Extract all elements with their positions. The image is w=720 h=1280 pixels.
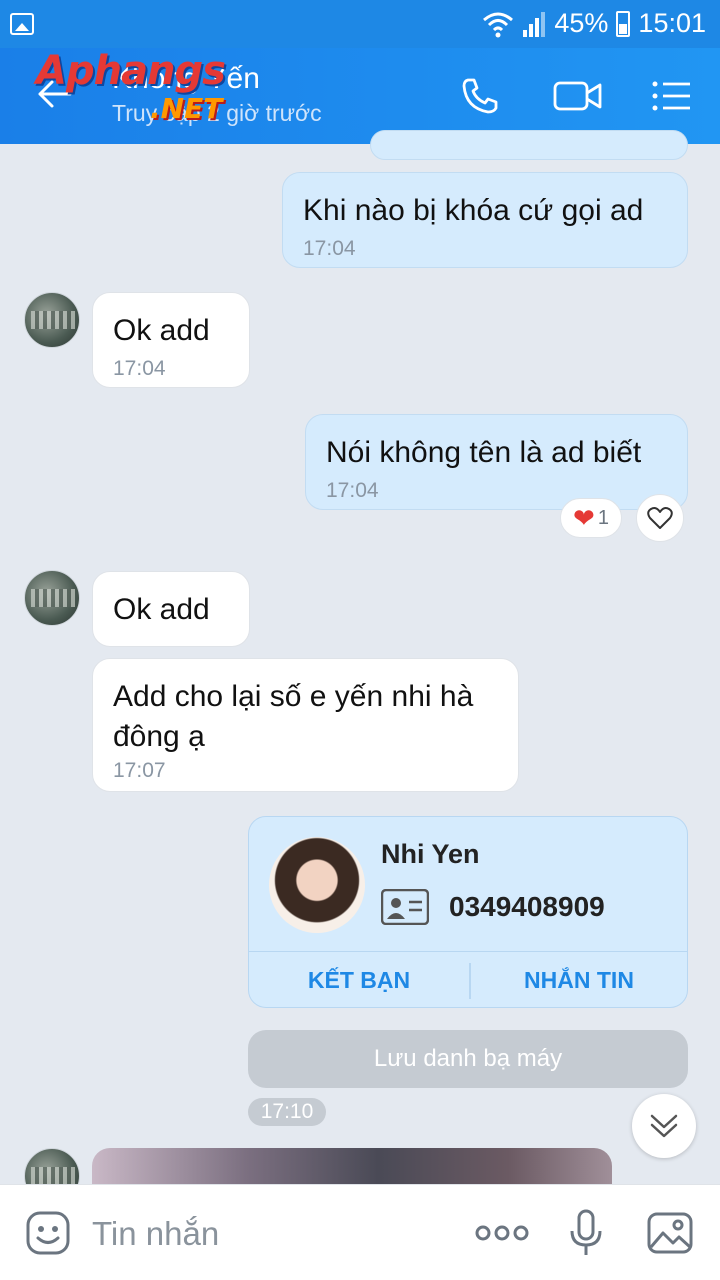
reaction-summary[interactable]: ❤ 1 [560,498,622,538]
sender-avatar[interactable] [24,292,80,348]
status-bar: 45% 15:01 [0,0,720,48]
message-bubble-incoming[interactable]: Add cho lại số e yến nhi hà đông ạ 17:07 [92,658,519,792]
save-contact-button[interactable]: Lưu danh bạ máy [248,1030,688,1088]
battery-icon [616,10,631,37]
clock: 15:01 [638,8,706,38]
phone-icon[interactable] [458,74,502,118]
message-text: Ok add [113,593,210,626]
sender-avatar[interactable] [24,570,80,626]
message-bubble-partial [370,130,688,160]
message-text-line-2: đông ạ [113,720,205,753]
message-input[interactable]: Tin nhắn [92,1215,219,1253]
message-time: 17:04 [113,357,166,380]
signal-icon [523,11,546,37]
message-time: 17:07 [113,759,166,782]
message-bubble-outgoing[interactable]: Nói không tên là ad biết 17:04 [305,414,688,510]
contact-card[interactable]: Nhi Yen 0349408909 KẾT BẠN NHẮN TIN [248,816,688,1008]
contact-photo [269,837,365,933]
battery-percent: 45% [554,8,609,38]
message-text-line-1: Add cho lại số e yến nhi hà [113,680,474,713]
image-message-preview[interactable] [92,1148,612,1188]
microphone-icon[interactable] [562,1209,610,1257]
id-card-icon [381,889,429,925]
message-composer: Tin nhắn [0,1184,720,1280]
timestamp-badge: 17:10 [248,1098,326,1126]
contact-phone: 0349408909 [449,891,605,922]
menu-list-icon[interactable] [650,74,694,118]
heart-outline-icon [647,507,673,529]
message-bubble-incoming[interactable]: Ok add [92,571,250,647]
message-bubble-incoming[interactable]: Ok add 17:04 [92,292,250,388]
send-message-button[interactable]: NHẮN TIN [469,951,687,1007]
heart-reaction-icon: ❤ [573,503,595,533]
react-button[interactable] [636,494,684,542]
add-friend-button[interactable]: KẾT BẠN [249,951,469,1007]
message-text: Ok add [113,314,210,347]
image-notification-icon [10,13,34,35]
message-time: 17:04 [326,479,379,502]
emoji-sticker-icon[interactable] [24,1209,72,1257]
contact-card-name: Nhi Yen [381,839,480,869]
message-text: Khi nào bị khóa cứ gọi ad [303,194,644,227]
video-call-icon[interactable] [552,74,604,118]
wifi-icon [483,12,514,37]
more-options-icon[interactable] [474,1209,530,1257]
double-chevron-down-icon [650,1114,678,1138]
message-text: Nói không tên là ad biết [326,436,642,469]
reaction-count: 1 [597,506,609,529]
message-bubble-outgoing[interactable]: Khi nào bị khóa cứ gọi ad 17:04 [282,172,688,268]
scroll-to-bottom-button[interactable] [632,1094,696,1158]
watermark-logo: Aphangs [36,48,226,94]
watermark-logo-sub: .NET [150,92,223,125]
gallery-image-icon[interactable] [646,1209,694,1257]
message-time: 17:04 [303,237,356,260]
